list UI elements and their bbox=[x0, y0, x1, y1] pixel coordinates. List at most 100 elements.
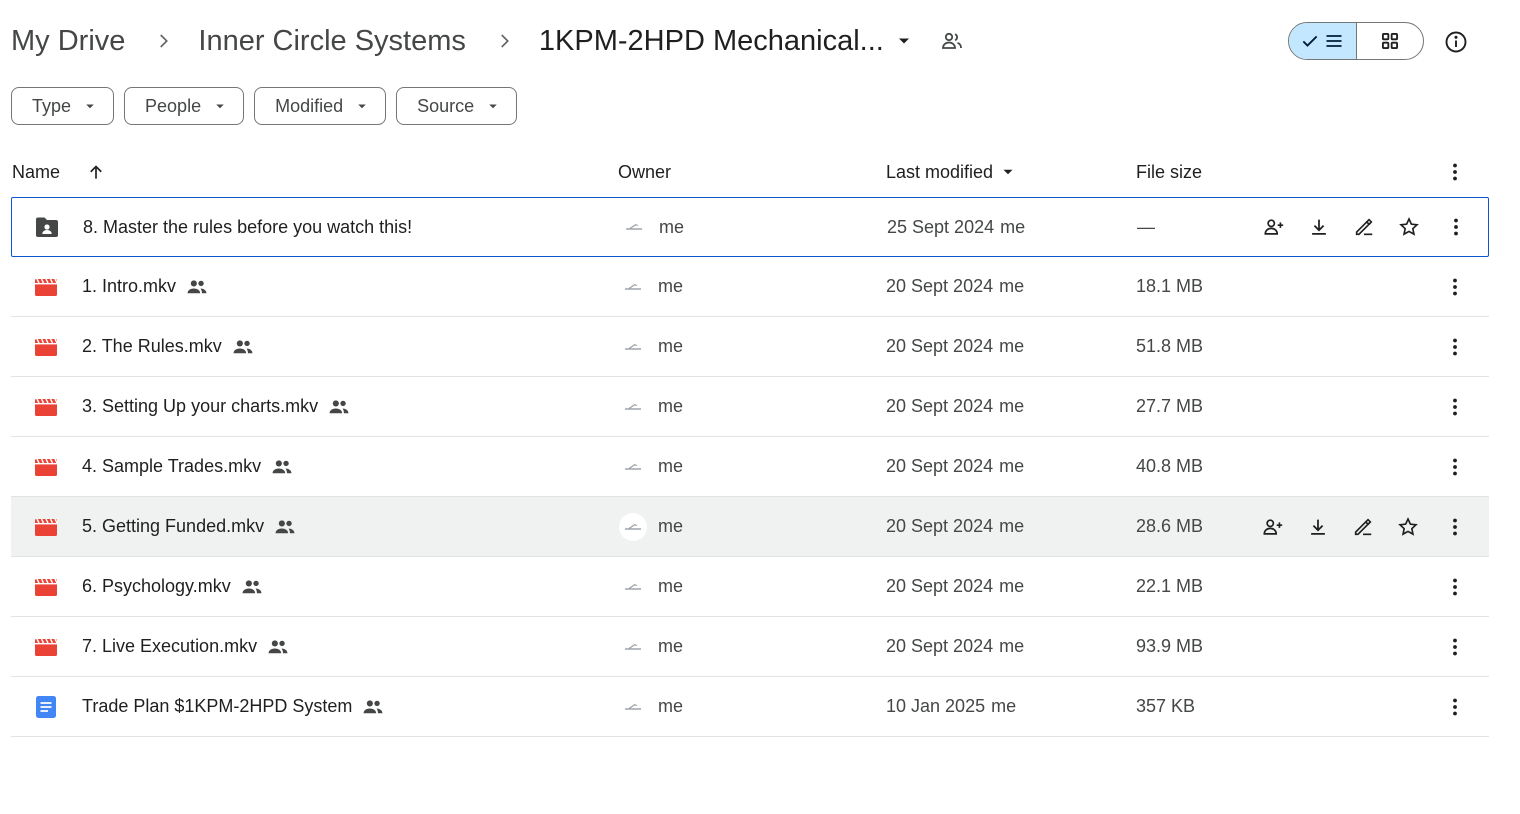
grid-icon bbox=[1380, 31, 1400, 51]
table-row[interactable]: 6. Psychology.mkv me 20 Sept 2024 me 22.1 MB bbox=[11, 557, 1489, 617]
file-name-label: Trade Plan $1KPM-2HPD System bbox=[82, 696, 353, 716]
shared-folder-icon[interactable] bbox=[940, 29, 964, 53]
list-view-button[interactable] bbox=[1289, 23, 1357, 59]
column-owner[interactable]: Owner bbox=[618, 152, 671, 192]
file-name-label: 4. Sample Trades.mkv bbox=[82, 456, 262, 476]
column-file-size[interactable]: File size bbox=[1136, 152, 1202, 192]
file-size: 51.8 MB bbox=[1136, 336, 1204, 356]
file-name[interactable]: 6. Psychology.mkv bbox=[82, 557, 263, 616]
owner-avatar[interactable] bbox=[619, 453, 647, 481]
sort-arrow-up-icon[interactable] bbox=[86, 162, 106, 182]
owner-avatar[interactable] bbox=[619, 693, 647, 721]
table-row[interactable]: 7. Live Execution.mkv me 20 Sept 2024 me 93.… bbox=[11, 617, 1489, 677]
more-options-icon[interactable] bbox=[1443, 377, 1467, 436]
more-options-icon[interactable] bbox=[1443, 257, 1467, 316]
row-actions bbox=[1262, 198, 1421, 256]
download-icon[interactable] bbox=[1306, 515, 1330, 539]
more-options-icon[interactable] bbox=[1443, 677, 1467, 736]
file-name[interactable]: 5. Getting Funded.mkv bbox=[82, 497, 296, 556]
owner-name: me bbox=[658, 696, 684, 716]
owner-name: me bbox=[658, 576, 684, 596]
file-name[interactable]: 7. Live Execution.mkv bbox=[82, 617, 289, 676]
rename-icon[interactable] bbox=[1352, 215, 1376, 239]
table-row[interactable]: 4. Sample Trades.mkv me 20 Sept 2024 me 40.8… bbox=[11, 437, 1489, 497]
last-modified-cell: 20 Sept 2024 me bbox=[886, 377, 1024, 436]
grid-view-button[interactable] bbox=[1357, 23, 1424, 59]
dropdown-arrow-icon bbox=[353, 97, 371, 115]
more-options-icon[interactable] bbox=[1443, 557, 1467, 616]
file-size: 93.9 MB bbox=[1136, 636, 1204, 656]
owner-name: me bbox=[658, 636, 684, 656]
owner-cell: me bbox=[619, 497, 683, 556]
table-row[interactable]: 1. Intro.mkv me 20 Sept 2024 me 18.1 MB bbox=[11, 257, 1489, 317]
filter-source[interactable]: Source bbox=[396, 87, 518, 125]
video-file-icon bbox=[33, 377, 59, 436]
file-name[interactable]: 2. The Rules.mkv bbox=[82, 317, 254, 376]
download-icon[interactable] bbox=[1307, 215, 1331, 239]
modified-by: me bbox=[999, 456, 1025, 476]
file-size: 28.6 MB bbox=[1136, 516, 1204, 536]
file-name-label: 2. The Rules.mkv bbox=[82, 336, 222, 356]
video-file-icon bbox=[33, 437, 59, 496]
breadcrumb-current-folder[interactable]: 1KPM-2HPD Mechanical... bbox=[539, 25, 884, 58]
file-name-label: 7. Live Execution.mkv bbox=[82, 636, 258, 656]
owner-avatar[interactable] bbox=[619, 273, 647, 301]
owner-name: me bbox=[658, 516, 684, 536]
filter-chips: Type People Modified Source bbox=[11, 87, 518, 125]
share-icon[interactable] bbox=[1262, 215, 1286, 239]
table-row[interactable]: 5. Getting Funded.mkv me 20 Sept 2024 me 28.… bbox=[11, 497, 1489, 557]
modified-by: me bbox=[999, 576, 1025, 596]
share-icon[interactable] bbox=[1261, 515, 1285, 539]
more-options-icon[interactable] bbox=[1443, 617, 1467, 676]
breadcrumb-my-drive[interactable]: My Drive bbox=[11, 25, 125, 58]
file-name[interactable]: 3. Setting Up your charts.mkv bbox=[82, 377, 350, 436]
column-name[interactable]: Name bbox=[12, 152, 106, 192]
filter-modified-label: Modified bbox=[275, 95, 344, 116]
owner-cell: me bbox=[619, 257, 683, 316]
chevron-right-icon bbox=[153, 31, 173, 51]
filter-modified[interactable]: Modified bbox=[254, 87, 387, 125]
info-icon[interactable] bbox=[1442, 28, 1470, 56]
table-row[interactable]: 2. The Rules.mkv me 20 Sept 2024 me 51.8 MB bbox=[11, 317, 1489, 377]
filter-people[interactable]: People bbox=[124, 87, 245, 125]
owner-avatar[interactable] bbox=[619, 512, 647, 541]
more-options-icon[interactable] bbox=[1444, 198, 1468, 256]
video-file-icon bbox=[33, 617, 59, 676]
last-modified-cell: 25 Sept 2024 me bbox=[887, 198, 1025, 256]
filter-source-label: Source bbox=[417, 95, 475, 116]
drive-page: My Drive Inner Circle Systems 1KPM-2HPD … bbox=[0, 0, 1520, 814]
table-row[interactable]: 3. Setting Up your charts.mkv me 20 Sept 2… bbox=[11, 377, 1489, 437]
table-row[interactable]: 8. Master the rules before you watch thi… bbox=[11, 197, 1489, 257]
owner-avatar[interactable] bbox=[620, 213, 648, 241]
file-size: 27.7 MB bbox=[1136, 396, 1204, 416]
last-modified-cell: 20 Sept 2024 me bbox=[886, 497, 1024, 556]
more-options-icon[interactable] bbox=[1443, 437, 1467, 496]
star-icon[interactable] bbox=[1396, 515, 1420, 539]
owner-avatar[interactable] bbox=[619, 573, 647, 601]
modified-by: me bbox=[999, 276, 1025, 296]
star-icon[interactable] bbox=[1397, 215, 1421, 239]
owner-avatar[interactable] bbox=[619, 393, 647, 421]
more-options-icon[interactable] bbox=[1443, 497, 1467, 556]
column-options-more-icon[interactable] bbox=[1443, 152, 1467, 192]
rename-icon[interactable] bbox=[1351, 515, 1375, 539]
owner-cell: me bbox=[619, 677, 683, 736]
video-file-icon bbox=[33, 257, 59, 316]
modified-date: 20 Sept 2024 bbox=[886, 516, 994, 536]
file-name[interactable]: 8. Master the rules before you watch thi… bbox=[83, 198, 412, 256]
modified-by: me bbox=[999, 636, 1025, 656]
column-last-modified[interactable]: Last modified bbox=[886, 152, 1017, 192]
file-name[interactable]: 4. Sample Trades.mkv bbox=[82, 437, 293, 496]
breadcrumb-inner-circle-systems[interactable]: Inner Circle Systems bbox=[198, 25, 466, 58]
file-name[interactable]: Trade Plan $1KPM-2HPD System bbox=[82, 677, 384, 736]
file-name[interactable]: 1. Intro.mkv bbox=[82, 257, 208, 316]
owner-name: me bbox=[658, 396, 684, 416]
owner-avatar[interactable] bbox=[619, 633, 647, 661]
column-last-modified-label: Last modified bbox=[886, 161, 994, 182]
modified-date: 20 Sept 2024 bbox=[886, 276, 994, 296]
owner-avatar[interactable] bbox=[619, 333, 647, 361]
filter-type[interactable]: Type bbox=[11, 87, 115, 125]
table-row[interactable]: Trade Plan $1KPM-2HPD System me 10 Jan 202… bbox=[11, 677, 1489, 737]
more-options-icon[interactable] bbox=[1443, 317, 1467, 376]
folder-menu-dropdown-icon[interactable] bbox=[894, 31, 914, 51]
